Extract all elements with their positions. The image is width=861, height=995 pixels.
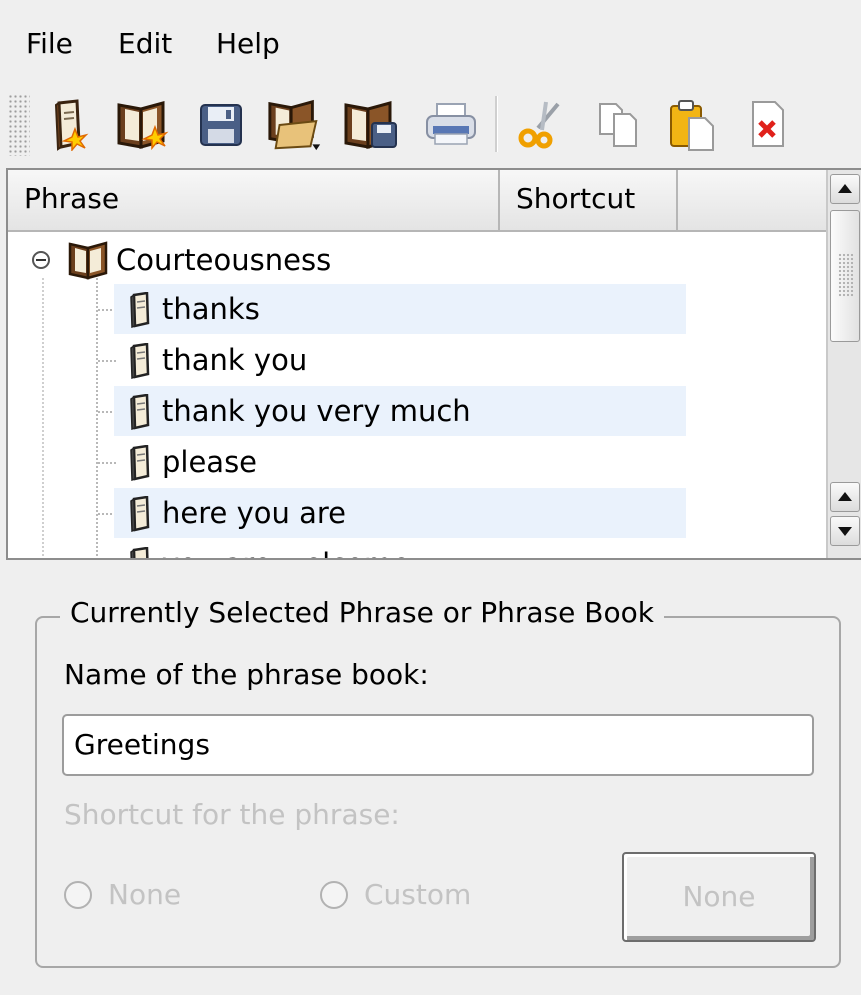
export-phrase-book-icon (344, 101, 397, 149)
menu-file[interactable]: File (26, 26, 73, 62)
column-header-shortcut-label: Shortcut (516, 182, 636, 215)
cut-icon (518, 101, 560, 149)
import-phrase-book-icon (268, 99, 321, 151)
phrase-icon (130, 496, 150, 532)
tree-row-phrase[interactable]: thanks (114, 284, 686, 334)
shortcut-none-label: None (108, 878, 182, 911)
save-icon (200, 104, 242, 146)
print-button[interactable] (422, 96, 480, 154)
shortcut-label: Shortcut for the phrase: (64, 798, 400, 831)
vertical-scrollbar[interactable] (826, 170, 861, 558)
menu-edit[interactable]: Edit (118, 26, 172, 62)
collapse-icon[interactable] (32, 251, 50, 269)
print-icon (426, 103, 476, 145)
phrase-icon (130, 547, 149, 558)
column-header-blank (678, 170, 826, 232)
scrollbar-thumb[interactable] (830, 210, 860, 342)
copy-button[interactable] (590, 96, 648, 154)
tree-node-root-label: Courteousness (116, 243, 332, 277)
toolbar (0, 82, 861, 168)
tree-row-phrase[interactable]: you are welcome (114, 539, 686, 558)
cut-button[interactable] (512, 96, 570, 154)
new-phrase-button[interactable] (42, 96, 100, 154)
save-button[interactable] (192, 96, 250, 154)
phrase-icon (130, 445, 150, 481)
tree-row-phrase[interactable]: here you are (114, 488, 686, 538)
menubar: File Edit Help (0, 0, 861, 80)
menu-edit-label: Edit (118, 27, 173, 60)
tree-row-label: thanks (162, 292, 260, 326)
tree-rows: Courteousness thanks thank you thank you… (8, 232, 826, 558)
menu-help[interactable]: Help (216, 26, 280, 62)
column-header-shortcut[interactable]: Shortcut (500, 170, 678, 232)
menu-help-label: Help (216, 27, 280, 60)
scroll-down-arrow-icon[interactable] (830, 516, 860, 546)
import-phrase-book-button[interactable] (266, 96, 324, 154)
tree-row-label: thank you (162, 343, 308, 377)
new-phrase-book-button[interactable] (114, 96, 172, 154)
phrase-icon (130, 343, 150, 379)
phrase-tree[interactable]: Phrase Shortcut Courteousness thanks tha… (6, 168, 861, 560)
shortcut-custom-label: Custom (364, 878, 472, 911)
phrase-book-name-label: Name of the phrase book: (64, 658, 429, 691)
phrase-book-name-input[interactable]: Greetings (62, 714, 814, 776)
export-phrase-book-button[interactable] (342, 96, 400, 154)
phrase-book-icon (68, 241, 108, 280)
tree-row-label: thank you very much (162, 394, 471, 428)
paste-button[interactable] (664, 96, 722, 154)
shortcut-key-button-label: None (682, 880, 756, 913)
new-phrase-book-icon (117, 101, 169, 151)
copy-icon (599, 103, 637, 147)
toolbar-grip[interactable] (8, 94, 30, 156)
phrase-icon (130, 292, 150, 328)
menu-file-label: File (26, 27, 73, 60)
column-header-phrase-label: Phrase (24, 182, 120, 215)
tree-row-label: you are welcome (162, 544, 410, 558)
tree-line (42, 278, 44, 558)
paste-icon (670, 100, 714, 151)
delete-button[interactable] (740, 96, 798, 154)
tree-row-phrase[interactable]: thank you (114, 335, 686, 385)
tree-row-phrase[interactable]: please (114, 437, 686, 487)
column-header-phrase[interactable]: Phrase (8, 170, 500, 232)
tree-row-label: please (162, 445, 258, 479)
radio-circle-icon (320, 881, 348, 909)
group-title: Currently Selected Phrase or Phrase Book (60, 592, 664, 634)
scroll-up-arrow-icon[interactable] (830, 482, 860, 512)
shortcut-key-button[interactable]: None (622, 852, 816, 942)
toolbar-separator (495, 96, 498, 152)
new-phrase-icon (54, 99, 89, 151)
tree-row-label: here you are (162, 496, 346, 530)
tree-row-phrase[interactable]: thank you very much (114, 386, 686, 436)
scroll-up-arrow-icon[interactable] (830, 174, 860, 204)
delete-icon (752, 101, 784, 147)
phrase-icon (130, 394, 150, 430)
radio-circle-icon (64, 881, 92, 909)
